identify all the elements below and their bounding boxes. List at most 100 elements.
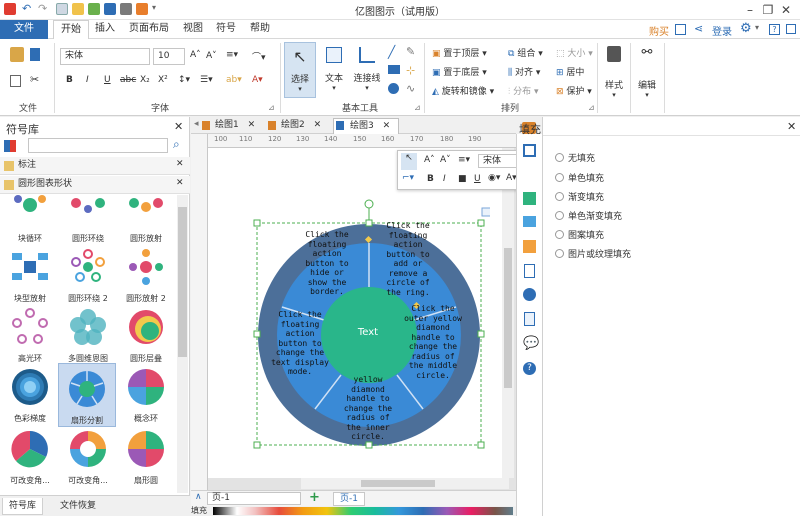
fill-option-none[interactable]: 无填充 xyxy=(555,151,595,164)
ellipse-tool-icon[interactable] xyxy=(388,83,399,94)
close-category-icon[interactable]: ✕ xyxy=(176,178,184,188)
select-tool-button[interactable]: ↖ 选择 ▾ xyxy=(284,42,316,98)
tab-home[interactable]: 开始 xyxy=(53,20,89,40)
protect-button[interactable]: ⊠ 保护 ▾ xyxy=(556,84,592,97)
shape-item-selected[interactable]: 扇形分割 xyxy=(58,363,116,427)
help-panel-icon[interactable]: ? xyxy=(523,362,536,375)
connector-tool-button[interactable]: 连接线 ▾ xyxy=(350,42,384,98)
close-category-icon[interactable]: ✕ xyxy=(176,159,184,169)
collapse-ribbon-icon[interactable] xyxy=(786,24,796,34)
close-panel-icon[interactable]: ✕ xyxy=(174,120,183,133)
fill-option-single-gradient[interactable]: 单色渐变填充 xyxy=(555,209,622,222)
page-bar-collapse-icon[interactable]: ∧ xyxy=(195,492,202,502)
curve-tool-icon[interactable]: ∿ xyxy=(406,82,415,95)
restore-button[interactable]: ❐ xyxy=(760,2,776,18)
category-circle-chart[interactable]: 圆形图表形状 xyxy=(0,176,190,194)
settings-dropdown-icon[interactable]: ▾ xyxy=(755,23,759,32)
arrange-dialog-launcher-icon[interactable]: ⊿ xyxy=(588,103,595,112)
increase-font-button[interactable]: A˄ xyxy=(190,50,201,60)
floatbar-connector-button[interactable]: ⌐▾ xyxy=(402,173,414,183)
crop-tool-icon[interactable]: ⊹ xyxy=(406,64,415,77)
shape-item[interactable]: 概念环 xyxy=(118,367,174,427)
underline-button[interactable]: U xyxy=(104,75,111,85)
shape-item[interactable]: 块型放射 xyxy=(2,247,58,307)
fill-option-pattern[interactable]: 图案填充 xyxy=(555,228,604,241)
shape-item[interactable]: 多圆维恩图 xyxy=(60,307,116,367)
page-panel-icon[interactable] xyxy=(524,264,535,278)
floatbar-grow-font-button[interactable]: A˄ xyxy=(424,155,435,165)
center-button[interactable]: ⊞ 居中 xyxy=(556,65,584,78)
undo-icon[interactable]: ↶ xyxy=(22,3,34,15)
close-tab-icon[interactable]: ✕ xyxy=(248,120,256,130)
cut-icon[interactable]: ✂ xyxy=(30,73,39,86)
fill-option-solid[interactable]: 单色填充 xyxy=(555,171,604,184)
library-search-input[interactable] xyxy=(28,138,168,153)
share-icon[interactable] xyxy=(136,3,148,15)
italic-button[interactable]: I xyxy=(86,75,89,85)
login-link[interactable]: 登录 xyxy=(712,23,732,38)
size-button[interactable]: ⬚ 大小 ▾ xyxy=(556,46,593,59)
category-callout[interactable]: 标注 xyxy=(0,157,190,175)
floatbar-select-icon[interactable]: ↖ xyxy=(401,153,417,170)
shape-item[interactable]: 圆形环绕 2 xyxy=(60,247,116,307)
floating-action-button[interactable] xyxy=(481,207,490,217)
layers-panel-icon[interactable] xyxy=(523,240,536,253)
print-icon[interactable] xyxy=(120,3,132,15)
font-size-select[interactable]: 10 xyxy=(153,48,185,65)
tab-symbol-library[interactable]: 符号库 xyxy=(2,498,44,515)
buy-link[interactable]: 购买 xyxy=(649,23,669,38)
fill-option-gradient[interactable]: 渐变填充 xyxy=(555,190,604,203)
line-panel-icon[interactable] xyxy=(523,144,536,157)
group-button[interactable]: ⧉ 组合 ▾ xyxy=(508,46,543,59)
strikethrough-button[interactable]: abc xyxy=(120,75,136,85)
bullets-button[interactable]: ☰▾ xyxy=(200,75,213,85)
redo-icon[interactable]: ↷ xyxy=(38,3,50,15)
highlight-button[interactable]: ab▾ xyxy=(226,75,242,85)
new-file-icon[interactable] xyxy=(56,3,68,15)
sector-text-right[interactable]: Click the outer yellow diamond handle to… xyxy=(404,304,462,380)
document-panel-icon[interactable] xyxy=(524,312,535,326)
font-color-button[interactable]: A▾ xyxy=(252,75,263,85)
close-tab-icon[interactable]: ✕ xyxy=(383,121,391,131)
tools-dialog-launcher-icon[interactable]: ⊿ xyxy=(414,103,421,112)
canvas-vertical-scrollbar[interactable] xyxy=(502,148,514,478)
floatbar-align-button[interactable]: ≡▾ xyxy=(458,155,470,165)
minimize-button[interactable]: – xyxy=(742,2,758,18)
copy-icon[interactable] xyxy=(10,75,21,87)
edit-button[interactable]: ⚯ 编辑 ▾ xyxy=(633,42,661,100)
search-icon[interactable]: ⌕ xyxy=(173,137,180,152)
color-palette-bar[interactable]: 填充 xyxy=(191,506,516,516)
tab-view[interactable]: 视图 xyxy=(176,20,210,39)
sector-text-left[interactable]: Click the floating action button to chan… xyxy=(270,310,330,377)
help-icon[interactable]: ? xyxy=(769,24,780,35)
tab-scroll-left-icon[interactable]: ◂ xyxy=(194,119,199,129)
diagram-center-text[interactable]: Text xyxy=(338,327,398,338)
comment-panel-icon[interactable]: 💬 xyxy=(523,336,539,351)
floatbar-underline-button[interactable]: U xyxy=(474,174,481,184)
format-painter-icon[interactable] xyxy=(30,48,40,61)
shape-item[interactable]: 色彩梯度 xyxy=(2,367,58,427)
sector-text-bottom[interactable]: yellow diamond handle to change the radi… xyxy=(338,375,398,442)
shape-item[interactable]: 圆形环绕 xyxy=(60,195,116,247)
add-page-icon[interactable]: + xyxy=(309,490,320,505)
qrcode-icon[interactable] xyxy=(675,24,686,35)
open-folder-icon[interactable] xyxy=(72,3,84,15)
shape-item[interactable]: 可改变角... xyxy=(60,429,116,489)
export-icon[interactable] xyxy=(88,3,100,15)
rectangle-tool-icon[interactable] xyxy=(388,65,400,74)
shape-item[interactable]: 高光环 xyxy=(2,307,58,367)
canvas-scroll-thumb[interactable] xyxy=(504,248,512,388)
subscript-button[interactable]: X₂ xyxy=(140,75,150,85)
page-select[interactable]: 页-1 xyxy=(207,492,301,505)
line-style-button[interactable]: ⌒▾ xyxy=(252,50,266,63)
horizontal-scroll-thumb[interactable] xyxy=(361,480,435,487)
sector-text-top-right[interactable]: Click the floating action button to add … xyxy=(380,221,436,297)
text-tool-button[interactable]: 文本 ▾ xyxy=(318,42,350,98)
shape-item[interactable]: 扇形圆 xyxy=(118,429,174,489)
color-swatches[interactable] xyxy=(213,507,513,515)
library-scrollbar[interactable] xyxy=(177,195,188,493)
shape-item[interactable]: 块循环 xyxy=(2,195,58,247)
tab-file-recovery[interactable]: 文件恢复 xyxy=(54,499,102,515)
sector-text-top-left[interactable]: Click the floating action button to hide… xyxy=(300,230,354,297)
share-network-icon[interactable]: ⋖ xyxy=(694,22,703,35)
